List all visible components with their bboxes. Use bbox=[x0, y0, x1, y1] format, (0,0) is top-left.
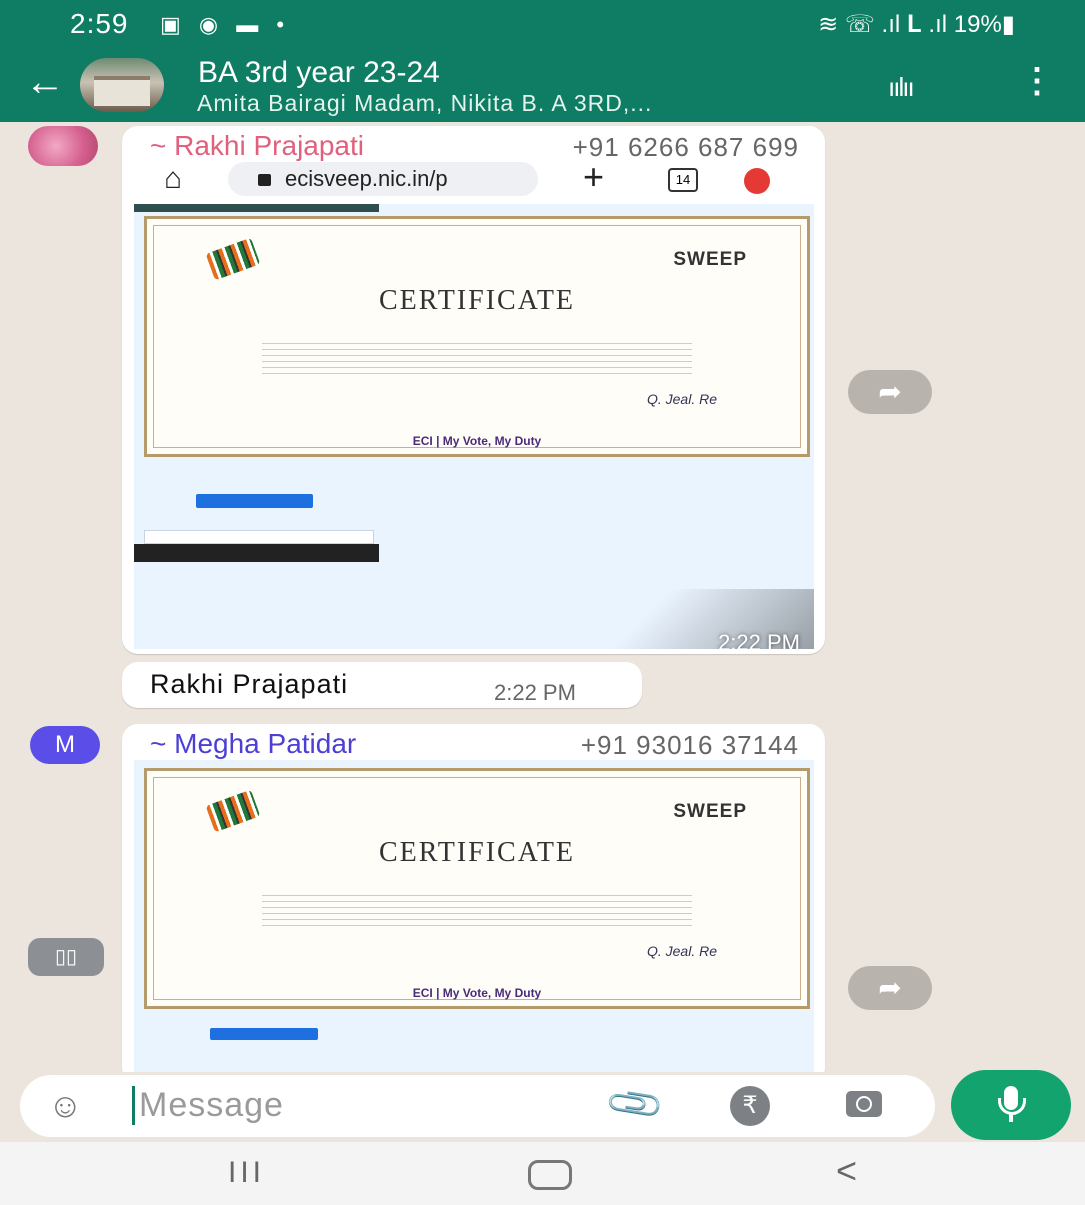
certificate: SWEEP CERTIFICATE Q. Jeal. Re ECI | My V… bbox=[144, 216, 810, 457]
text-message[interactable]: Rakhi Prajapati 2:22 PM bbox=[122, 662, 642, 708]
certificate-footer: ECI | My Vote, My Duty bbox=[412, 434, 542, 448]
download-button bbox=[196, 494, 313, 508]
certificate-body-lines bbox=[262, 895, 692, 929]
sender-avatar-megha[interactable]: M bbox=[30, 726, 100, 764]
more-options-icon[interactable]: ⋮ bbox=[1020, 64, 1054, 98]
emoji-icon[interactable]: ☺ bbox=[48, 1087, 83, 1126]
certificate: SWEEP CERTIFICATE Q. Jeal. Re ECI | My V… bbox=[144, 768, 810, 1009]
forward-icon[interactable]: ➦ bbox=[848, 966, 932, 1010]
sweep-logo: SWEEP bbox=[673, 249, 747, 270]
group-avatar[interactable] bbox=[80, 58, 164, 112]
home-icon: ⌂ bbox=[164, 162, 183, 195]
sender-name[interactable]: ~ Megha Patidar bbox=[150, 728, 356, 760]
book-icon[interactable]: ▯▯ bbox=[28, 938, 104, 976]
payment-icon[interactable]: ₹ bbox=[730, 1086, 770, 1126]
sender-phone: +91 93016 37144 bbox=[580, 730, 799, 760]
image-message[interactable]: ~ Rakhi Prajapati +91 6266 687 699 ⌂ eci… bbox=[122, 126, 825, 654]
recent-apps-icon[interactable]: III bbox=[228, 1156, 265, 1190]
message-input[interactable]: Message bbox=[132, 1086, 284, 1125]
message-time: 2:22 PM bbox=[494, 680, 576, 705]
system-nav-bar: III < bbox=[0, 1142, 1085, 1205]
signature: Q. Jeal. Re bbox=[646, 391, 717, 407]
nav-back-icon[interactable]: < bbox=[836, 1150, 857, 1192]
url-bar: ecisveep.nic.in/p bbox=[228, 162, 538, 196]
home-button-icon[interactable] bbox=[528, 1160, 572, 1190]
evm-logo-icon bbox=[205, 237, 261, 281]
group-members[interactable]: Amita Bairagi Madam, Nikita B. A 3RD,... bbox=[197, 90, 652, 117]
tab-count: 14 bbox=[668, 168, 698, 192]
stop-icon bbox=[744, 168, 770, 194]
page-footer-bar bbox=[134, 544, 379, 562]
certificate-body-lines bbox=[262, 343, 692, 377]
message-time: 2:22 PM bbox=[718, 630, 800, 649]
evm-logo-icon bbox=[205, 789, 261, 833]
status-time: 2:59 bbox=[70, 8, 129, 39]
back-arrow-icon[interactable]: ← bbox=[25, 62, 65, 102]
image-message[interactable]: ~ Megha Patidar +91 93016 37144 SWEEP CE… bbox=[122, 724, 825, 1072]
certificate-screenshot[interactable]: SWEEP CERTIFICATE Q. Jeal. Re ECI | My V… bbox=[134, 760, 814, 1072]
camera-icon[interactable] bbox=[846, 1091, 882, 1117]
message-text: Rakhi Prajapati bbox=[150, 669, 349, 699]
status-indicators: ≋ ☏ .ıl 𝐋 .ıl 19%▮ bbox=[818, 10, 1015, 39]
status-bar: 2:59 ▣ ◉ ▬ • ≋ ☏ .ıl 𝐋 .ıl 19%▮ bbox=[0, 0, 1085, 50]
forward-icon[interactable]: ➦ bbox=[848, 370, 932, 414]
notification-icons: ▣ ◉ ▬ • bbox=[160, 12, 291, 37]
sweep-logo: SWEEP bbox=[673, 801, 747, 822]
sender-avatar-rakhi[interactable] bbox=[28, 126, 98, 166]
share-buttons bbox=[144, 530, 374, 544]
battery-level: 19%▮ bbox=[953, 11, 1015, 38]
attach-icon[interactable]: 📎 bbox=[603, 1073, 668, 1137]
certificate-footer: ECI | My Vote, My Duty bbox=[412, 986, 542, 1000]
certificate-title: CERTIFICATE bbox=[378, 285, 576, 316]
new-tab-icon: + bbox=[583, 156, 605, 197]
certificate-screenshot[interactable]: SWEEP CERTIFICATE Q. Jeal. Re ECI | My V… bbox=[134, 204, 814, 649]
browser-toolbar: ⌂ ecisveep.nic.in/p + 14 bbox=[136, 156, 816, 200]
chat-header: ← BA 3rd year 23-24 Amita Bairagi Madam,… bbox=[0, 50, 1085, 122]
lock-icon bbox=[258, 174, 271, 187]
page-header-strip bbox=[134, 204, 379, 212]
message-input-bar: ☺ Message 📎 ₹ bbox=[20, 1073, 935, 1137]
mic-button[interactable] bbox=[951, 1070, 1071, 1140]
download-button bbox=[210, 1028, 318, 1040]
url-text: ecisveep.nic.in/p bbox=[285, 166, 448, 191]
chat-area[interactable]: ~ Rakhi Prajapati +91 6266 687 699 ⌂ eci… bbox=[0, 122, 1085, 1072]
signal-icons: ≋ ☏ .ıl 𝐋 .ıl bbox=[818, 11, 948, 38]
voice-chat-icon[interactable]: ıılıı bbox=[888, 72, 915, 103]
signature: Q. Jeal. Re bbox=[646, 943, 717, 959]
sender-name[interactable]: ~ Rakhi Prajapati bbox=[150, 130, 364, 162]
certificate-title: CERTIFICATE bbox=[378, 837, 576, 868]
sender-phone: +91 6266 687 699 bbox=[572, 132, 799, 162]
group-title[interactable]: BA 3rd year 23-24 bbox=[198, 56, 440, 90]
